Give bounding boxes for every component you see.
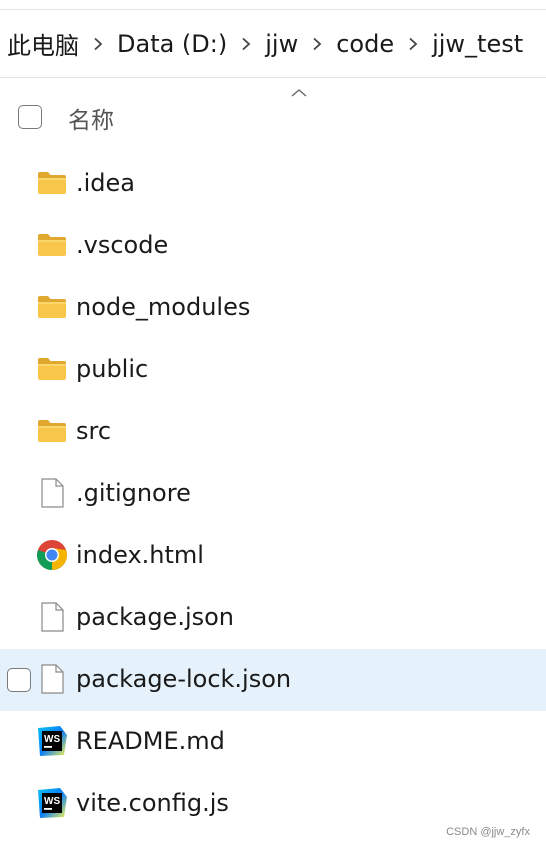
file-name: package.json xyxy=(76,603,235,631)
file-icon xyxy=(36,663,68,695)
file-row[interactable]: .vscode xyxy=(0,215,546,277)
breadcrumb-item-data-drive[interactable]: Data (D:) xyxy=(117,30,227,58)
file-explorer-window: 此电脑 Data (D:) jjw code jjw_test 名称 .idea… xyxy=(0,0,546,848)
file-name: .vscode xyxy=(76,231,169,259)
file-row[interactable]: index.html xyxy=(0,525,546,587)
file-name: index.html xyxy=(76,541,204,569)
folder-icon xyxy=(36,291,68,323)
chevron-right-icon[interactable] xyxy=(394,37,432,51)
file-name: package-lock.json xyxy=(76,665,292,693)
breadcrumb-item-this-pc[interactable]: 此电脑 xyxy=(7,26,79,61)
row-checkbox[interactable] xyxy=(7,668,31,692)
folder-icon xyxy=(36,353,68,385)
file-name: public xyxy=(76,355,149,383)
file-row[interactable]: .idea xyxy=(0,153,546,215)
webstorm-icon: WS xyxy=(36,725,68,757)
file-row[interactable]: node_modules xyxy=(0,277,546,339)
column-header-name[interactable]: 名称 xyxy=(68,101,114,135)
file-name: .idea xyxy=(76,169,136,197)
column-header-row: 名称 xyxy=(0,94,546,140)
file-list: .idea .vscode node_modulespublic src .gitign… xyxy=(0,153,546,835)
chrome-icon xyxy=(36,539,68,571)
file-row[interactable]: .gitignore xyxy=(0,463,546,525)
file-name: README.md xyxy=(76,727,225,755)
folder-icon xyxy=(36,415,68,447)
file-name: node_modules xyxy=(76,293,251,321)
file-name: .gitignore xyxy=(76,479,191,507)
select-all-checkbox[interactable] xyxy=(18,105,42,129)
file-row[interactable]: WS README.md xyxy=(0,711,546,773)
chevron-right-icon[interactable] xyxy=(79,37,117,51)
breadcrumb: 此电脑 Data (D:) jjw code jjw_test xyxy=(0,10,546,78)
chevron-right-icon[interactable] xyxy=(298,37,336,51)
breadcrumb-item-code[interactable]: code xyxy=(336,30,394,58)
file-name: src xyxy=(76,417,112,445)
file-row[interactable]: public xyxy=(0,339,546,401)
breadcrumb-item-jjw[interactable]: jjw xyxy=(265,30,298,58)
chevron-right-icon[interactable] xyxy=(227,37,265,51)
folder-icon xyxy=(36,229,68,261)
folder-icon xyxy=(36,167,68,199)
file-row[interactable]: package-lock.json xyxy=(0,649,546,711)
svg-text:WS: WS xyxy=(44,734,60,745)
file-icon xyxy=(36,601,68,633)
watermark: CSDN @jjw_zyfx xyxy=(446,826,530,838)
breadcrumb-item-jjw-test[interactable]: jjw_test xyxy=(432,30,523,58)
file-name: vite.config.js xyxy=(76,789,229,817)
file-row[interactable]: package.json xyxy=(0,587,546,649)
webstorm-icon: WS xyxy=(36,787,68,819)
file-icon xyxy=(36,477,68,509)
file-row[interactable]: src xyxy=(0,401,546,463)
svg-text:WS: WS xyxy=(44,796,60,807)
